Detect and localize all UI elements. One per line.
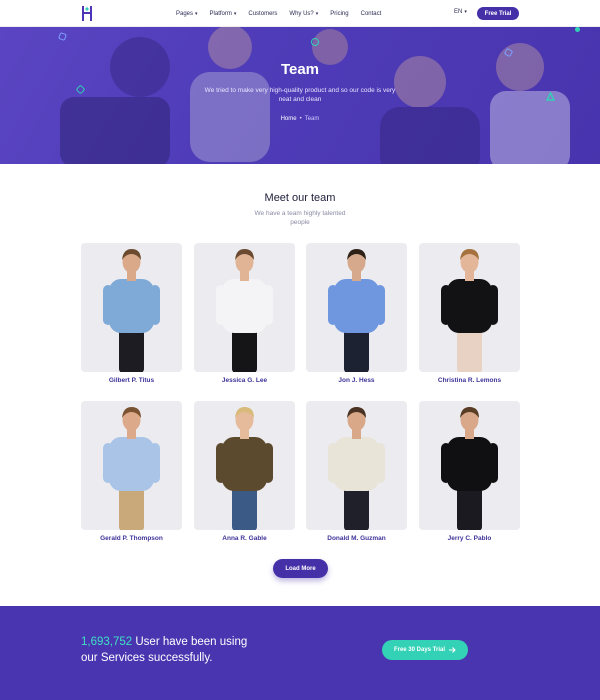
team-section-subtitle: We have a team highly talented people <box>254 210 346 226</box>
nav-item-label: Customers <box>248 10 278 17</box>
team-member-name: Jon J. Hess <box>338 377 375 384</box>
nav-item-label: Platform <box>209 10 232 17</box>
chevron-down-icon: ▾ <box>315 10 319 17</box>
person-figure-icon <box>328 249 385 372</box>
cta-button-label: Free 30 Days Trial <box>393 647 446 653</box>
nav-item-label: Contact <box>360 10 382 17</box>
language-label: EN <box>454 9 463 15</box>
decor-triangle-icon <box>546 92 555 101</box>
nav-item-why-us[interactable]: Why Us? ▾ <box>289 11 318 17</box>
cta-banner: 1,693,752 User have been using our Servi… <box>0 606 600 700</box>
person-figure-icon <box>103 249 160 372</box>
free-trial-button[interactable]: Free Trial <box>477 7 519 20</box>
team-member-card[interactable]: Donald M. Guzman <box>306 401 407 542</box>
team-member-photo <box>306 243 407 372</box>
team-member-card[interactable]: Anna R. Gable <box>194 401 295 542</box>
team-member-name: Gilbert P. Titus <box>108 377 155 384</box>
team-member-photo <box>194 243 295 372</box>
load-more-button[interactable]: Load More <box>273 559 328 578</box>
team-member-card[interactable]: Christina R. Lemons <box>419 243 520 384</box>
nav-item-pricing[interactable]: Pricing <box>330 11 348 17</box>
nav-item-label: Why Us? <box>289 10 314 17</box>
team-member-name: Donald M. Guzman <box>327 535 386 542</box>
team-member-name: Jessica G. Lee <box>221 377 268 384</box>
cta-text: 1,693,752 User have been using our Servi… <box>81 634 247 666</box>
team-member-photo <box>419 401 520 530</box>
breadcrumb-separator: • <box>299 116 302 122</box>
hero-subtitle: We tried to make very high-quality produ… <box>204 87 396 103</box>
language-selector[interactable]: EN ▾ <box>454 9 467 15</box>
team-member-name: Gerald P. Thompson <box>100 535 163 542</box>
nav-item-label: Pages <box>176 10 194 17</box>
team-member-name: Anna R. Gable <box>222 535 267 542</box>
cta-line2: our Services successfully. <box>81 652 213 664</box>
team-member-card[interactable]: Jerry C. Pablo <box>419 401 520 542</box>
page-title: Team <box>280 61 320 78</box>
person-figure-icon <box>103 407 160 530</box>
cta-line1: User have been using <box>132 636 248 648</box>
chevron-down-icon: ▾ <box>464 9 467 15</box>
navbar: Pages ▾ Platform ▾ Customers Why Us? ▾ Pricing C… <box>0 0 600 27</box>
nav-item-customers[interactable]: Customers <box>248 11 277 17</box>
team-member-name: Christina R. Lemons <box>437 377 502 384</box>
team-member-card[interactable]: Jon J. Hess <box>306 243 407 384</box>
free-30-days-trial-button[interactable]: Free 30 Days Trial <box>382 640 468 660</box>
chevron-down-icon: ▾ <box>233 10 237 17</box>
chevron-down-icon: ▾ <box>195 10 198 17</box>
decor-dot-icon <box>575 27 580 32</box>
team-member-photo <box>306 401 407 530</box>
person-figure-icon <box>216 249 273 372</box>
team-member-photo <box>81 243 182 372</box>
team-section-title: Meet our team <box>264 192 336 204</box>
team-member-photo <box>194 401 295 530</box>
team-member-photo <box>81 401 182 530</box>
person-figure-icon <box>441 407 498 530</box>
breadcrumb: Home • Team <box>0 116 600 122</box>
breadcrumb-home-link[interactable]: Home <box>281 116 297 122</box>
decor-circle-icon <box>311 38 319 46</box>
main-nav: Pages ▾ Platform ▾ Customers Why Us? ▾ Pricing C… <box>176 0 381 27</box>
nav-item-platform[interactable]: Platform ▾ <box>210 11 237 17</box>
person-figure-icon <box>441 249 498 372</box>
breadcrumb-current: Team <box>304 116 320 122</box>
person-figure-icon <box>216 407 273 530</box>
logo-icon[interactable] <box>80 5 94 22</box>
team-member-card[interactable]: Gilbert P. Titus <box>81 243 182 384</box>
nav-item-pages[interactable]: Pages ▾ <box>176 11 198 17</box>
team-member-photo <box>419 243 520 372</box>
nav-item-contact[interactable]: Contact <box>361 11 382 17</box>
team-member-card[interactable]: Gerald P. Thompson <box>81 401 182 542</box>
team-member-name: Jerry C. Pablo <box>447 535 492 542</box>
nav-item-label: Pricing <box>330 10 349 17</box>
user-count: 1,693,752 <box>81 636 133 648</box>
team-member-card[interactable]: Jessica G. Lee <box>194 243 295 384</box>
hero-banner: Team We tried to make very high-quality … <box>0 27 600 164</box>
arrow-right-icon <box>449 647 456 653</box>
person-figure-icon <box>328 407 385 530</box>
